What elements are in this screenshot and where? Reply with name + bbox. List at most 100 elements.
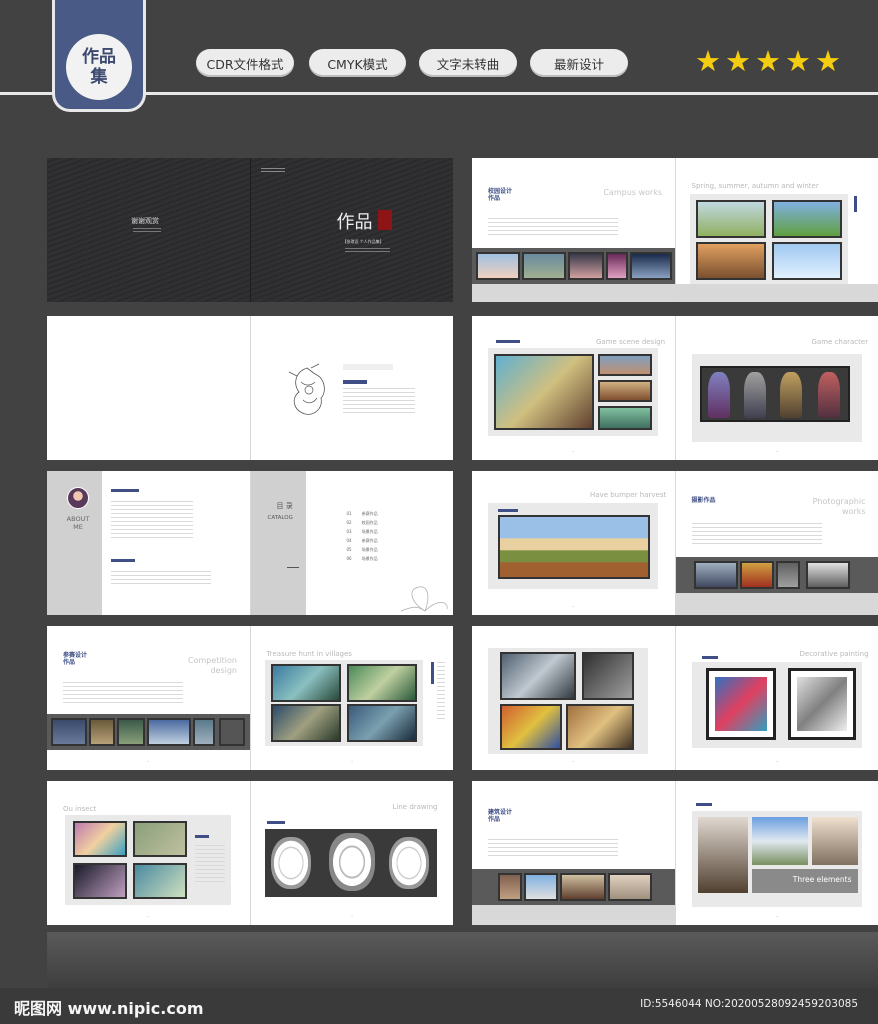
star-icon: ★ bbox=[695, 44, 721, 78]
three-elements-title: Three elements bbox=[792, 875, 852, 884]
catalog-page: 目 录 CATALOG 01 参赛作品 02 校园作品 03 场景作品 04 参赛作品 … bbox=[250, 471, 453, 615]
page-number: ·· bbox=[147, 759, 150, 764]
decorative-frame bbox=[691, 662, 862, 748]
catalog-title: 目 录 bbox=[276, 502, 293, 510]
campus-paragraph bbox=[488, 218, 618, 238]
treasure-frame bbox=[264, 660, 423, 746]
seasons-title: Spring, summer, autumn and winter bbox=[691, 182, 819, 190]
about-experience-lines bbox=[111, 571, 211, 585]
campus-strip bbox=[472, 248, 675, 284]
spread-campus: 校园设计 作品 Campus works Spring, summer, aut… bbox=[472, 158, 878, 302]
thumb-face-painting bbox=[714, 677, 767, 731]
harvest-title: Have bumper harvest bbox=[590, 491, 667, 499]
insect-paragraph bbox=[195, 845, 225, 885]
game-character-page: Game character ·· bbox=[675, 316, 878, 460]
lion-sketch-icon bbox=[388, 837, 429, 889]
cover-right-page: 作品 【张琪设 个人作品集】 bbox=[250, 158, 453, 302]
thumb-photo bbox=[775, 561, 800, 589]
thumb-photo bbox=[739, 561, 774, 589]
thumb-scene bbox=[346, 704, 417, 742]
decorative-page: Decorative painting ·· bbox=[675, 626, 878, 770]
thumb-scene bbox=[89, 718, 115, 746]
campus-page: 校园设计 作品 Campus works bbox=[472, 158, 676, 302]
photo-paragraph bbox=[691, 523, 822, 545]
cover-left-lines bbox=[133, 228, 161, 234]
page-number: ·· bbox=[775, 449, 779, 454]
game-scene-frame bbox=[488, 348, 658, 436]
intro-heading bbox=[342, 380, 367, 384]
spread-about-catalog: ABOUT ME 目 录 CATALOG 01 参赛作品 02 校园作品 03 场景作… bbox=[47, 471, 453, 615]
thumb-photo bbox=[693, 561, 738, 589]
thumb-autumn bbox=[695, 242, 766, 280]
thumb-spring bbox=[695, 200, 766, 238]
tiger-sketch-icon bbox=[270, 837, 311, 889]
painting-frame bbox=[705, 668, 776, 740]
three-elements-frame: Three elements bbox=[691, 811, 862, 907]
flower-line-icon bbox=[400, 586, 447, 612]
photo-page: 摄影作品 Photographic works bbox=[675, 471, 878, 615]
architecture-strip bbox=[472, 869, 675, 905]
thumb-character bbox=[73, 821, 127, 857]
harvest-page: Have bumper harvest ·· bbox=[472, 471, 676, 615]
insect-frame bbox=[65, 815, 231, 905]
thumb-character bbox=[133, 821, 187, 857]
thumb-character bbox=[73, 863, 127, 899]
spread-cover: 谢谢观赏 作品 【张琪设 个人作品集】 bbox=[47, 158, 453, 302]
harvest-frame bbox=[488, 503, 658, 589]
architecture-footer bbox=[472, 905, 675, 925]
treasure-title: Treasure hunt in villages bbox=[266, 650, 352, 658]
thumb-scene bbox=[476, 252, 520, 280]
thumb-scene bbox=[630, 252, 672, 280]
page-number: ·· bbox=[572, 759, 575, 764]
catalog-sidebar bbox=[250, 471, 306, 615]
catalog-subtitle: CATALOG bbox=[267, 515, 293, 521]
star-icon: ★ bbox=[725, 44, 751, 78]
page-number: ·· bbox=[350, 914, 354, 919]
thumb-village bbox=[494, 354, 594, 430]
spread-architecture: 建筑设计 作品 Three elements ·· bbox=[472, 781, 878, 925]
treasure-vertical-heading bbox=[430, 662, 434, 684]
catalog-dash bbox=[286, 567, 299, 568]
thumb-scene bbox=[598, 380, 652, 402]
competition-heading: 参赛设计 作品 bbox=[63, 652, 88, 666]
thanks-text: 谢谢观赏 bbox=[131, 217, 159, 225]
thumb-graffiti bbox=[582, 652, 634, 700]
decorative-title: Decorative painting bbox=[799, 650, 869, 658]
insect-title: Ou insect bbox=[63, 805, 97, 813]
catalog-item: 06 场景作品 bbox=[346, 555, 378, 562]
page-number: ·· bbox=[775, 914, 779, 919]
photo-title: Photographic works bbox=[812, 497, 866, 516]
pill-latest-design: 最新设计 bbox=[530, 49, 628, 77]
three-elements-heading bbox=[695, 803, 712, 806]
page-number: ·· bbox=[775, 759, 779, 764]
about-subheading bbox=[111, 559, 135, 562]
treasure-page: Treasure hunt in villages ·· bbox=[250, 626, 453, 770]
thumb-scene bbox=[193, 718, 215, 746]
line-heading bbox=[266, 821, 285, 824]
thumb-scene bbox=[568, 252, 604, 280]
thumb-villa bbox=[751, 817, 808, 865]
architecture-heading: 建筑设计 作品 bbox=[488, 809, 513, 823]
cover-right-lines bbox=[344, 248, 390, 252]
page-number: ·· bbox=[572, 449, 575, 454]
pill-cdr-format: CDR文件格式 bbox=[196, 49, 294, 77]
thumb-scene bbox=[598, 354, 652, 376]
badge-title: 作品集 bbox=[82, 47, 116, 87]
decorative-heading bbox=[701, 656, 718, 659]
thumb-graffiti bbox=[500, 704, 562, 750]
game-character-title: Game character bbox=[811, 338, 869, 346]
photo-heading: 摄影作品 bbox=[691, 497, 716, 504]
harvest-heading bbox=[498, 509, 518, 512]
pill-text-not-outlined: 文字未转曲 bbox=[419, 49, 517, 77]
character-figure-icon bbox=[779, 372, 802, 418]
intro-paragraph bbox=[342, 388, 415, 414]
spread-insect-line: Ou insect ·· Line drawing ·· bbox=[47, 781, 453, 925]
game-scene-title: Game scene design bbox=[596, 338, 666, 346]
star-icon: ★ bbox=[785, 44, 811, 78]
cover-subtitle: 【张琪设 个人作品集】 bbox=[342, 239, 384, 244]
avatar bbox=[67, 487, 89, 509]
game-character-frame bbox=[691, 354, 862, 442]
campus-title: Campus works bbox=[603, 188, 662, 197]
cover-corner-lines bbox=[260, 168, 285, 174]
thumb-interior bbox=[498, 873, 522, 901]
